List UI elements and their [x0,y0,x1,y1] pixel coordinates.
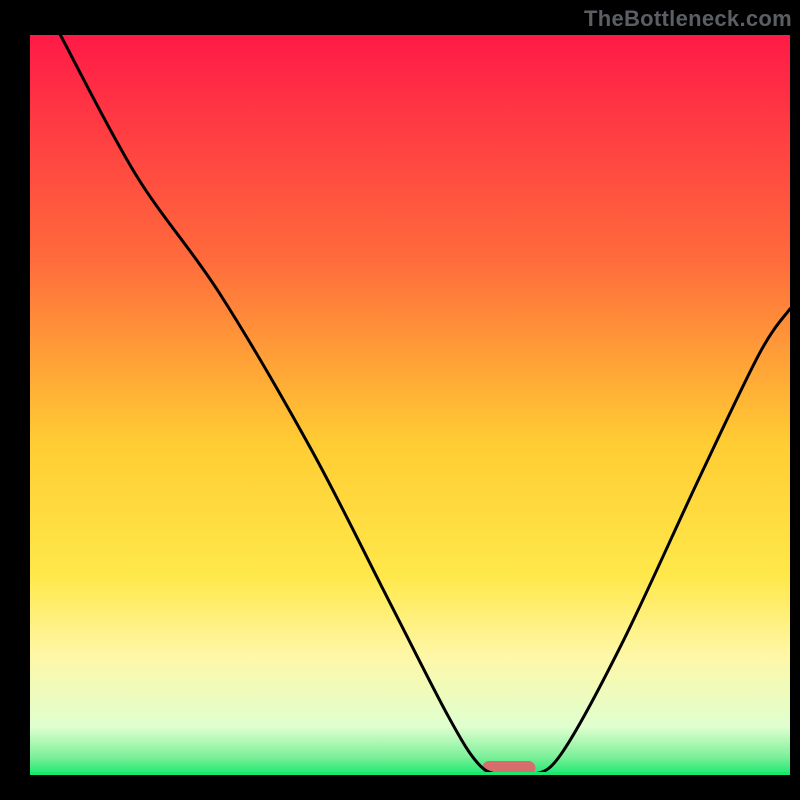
frame-band-0 [0,0,800,35]
frame-band-3 [790,0,800,800]
chart-container: TheBottleneck.com [0,0,800,800]
baseline-strip [30,772,790,775]
frame-band-2 [0,0,30,800]
frame-band-1 [0,775,800,800]
bottleneck-chart [0,0,800,800]
plot-background-gradient [30,35,790,775]
